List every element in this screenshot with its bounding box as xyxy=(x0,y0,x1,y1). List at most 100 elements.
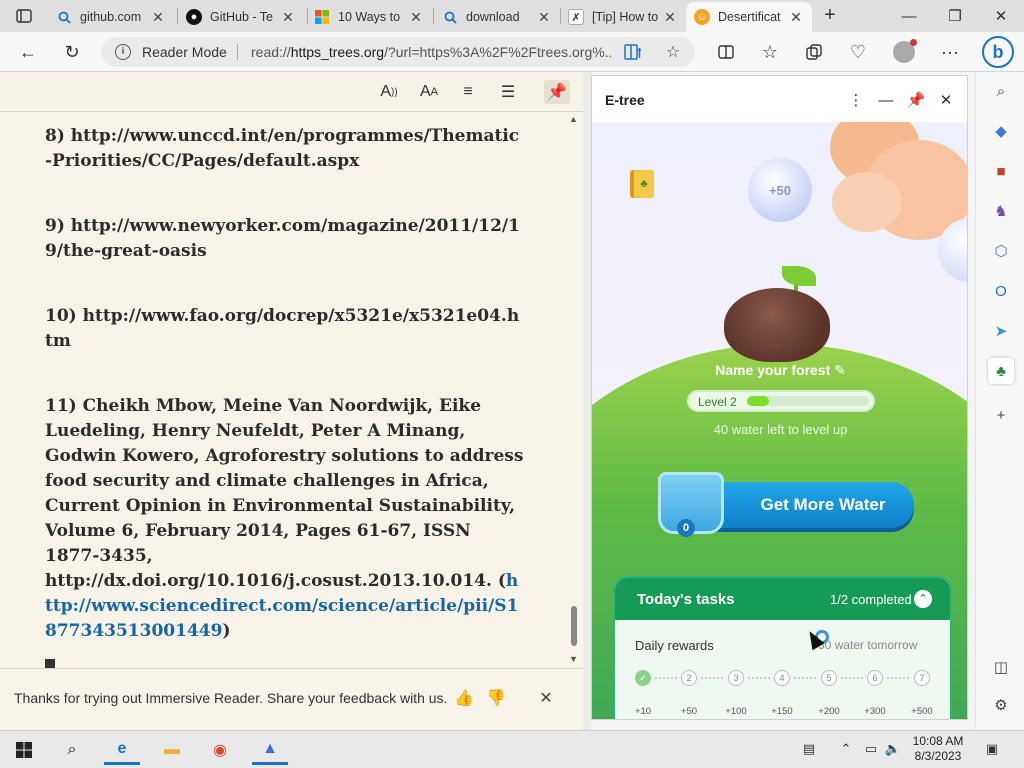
daily-rewards-label: Daily rewards xyxy=(635,638,714,653)
day-step: 2 xyxy=(681,670,697,686)
close-tab-icon[interactable]: ✕ xyxy=(662,9,678,26)
scroll-up-icon[interactable]: ▲ xyxy=(569,114,578,124)
chevron-up-icon[interactable]: ⌃ xyxy=(914,590,932,608)
tab-tip[interactable]: ✗ [Tip] How to ✕ xyxy=(560,2,686,32)
network-icon[interactable]: ▭ xyxy=(862,740,880,758)
browser-essentials-button[interactable]: ♡ xyxy=(844,38,872,66)
tab-title: GitHub - Te xyxy=(210,10,273,24)
tab-actions-button[interactable] xyxy=(8,5,40,27)
taskbar-search-icon[interactable]: ⌕ xyxy=(54,735,90,765)
pin-panel-icon[interactable]: 📌 xyxy=(904,88,928,112)
reader-scrollbar[interactable]: ▲ ▼ xyxy=(567,112,581,672)
send-icon[interactable]: ➤ xyxy=(988,318,1014,344)
scroll-down-icon[interactable]: ▼ xyxy=(569,654,578,664)
search-icon[interactable]: ⌕ xyxy=(988,78,1014,104)
search-icon xyxy=(442,9,458,25)
tab-github[interactable]: ● GitHub - Te ✕ xyxy=(178,2,304,32)
sidebar-settings-icon[interactable]: ⚙ xyxy=(988,692,1014,718)
grammar-tools-icon[interactable]: ≡ xyxy=(455,80,481,104)
read-aloud-icon[interactable]: A)) xyxy=(376,80,402,104)
immersive-reader-icon[interactable] xyxy=(622,41,644,63)
outlook-icon[interactable]: O xyxy=(988,278,1014,304)
tasks-completed: 1/2 completed xyxy=(830,592,912,607)
reading-preferences-icon[interactable]: ☰ xyxy=(495,80,521,104)
thumbs-up-icon[interactable]: 👍 xyxy=(453,687,475,709)
dotted-connector xyxy=(748,677,770,679)
seed[interactable] xyxy=(724,288,830,362)
minimize-panel-icon[interactable]: — xyxy=(874,88,898,112)
clock[interactable]: 10:08 AM 8/3/2023 xyxy=(906,734,970,764)
sprout-leaf xyxy=(782,266,816,286)
water-bubble[interactable]: +50 xyxy=(748,158,812,222)
edge-sidebar: ⌕ ◆ ■ ♞ ⬡ O ➤ ♣ + ◫ ⚙ xyxy=(975,72,1024,730)
tasks-title: Today's tasks xyxy=(637,591,735,608)
notifications-icon[interactable]: ▣ xyxy=(983,740,1001,758)
start-button[interactable] xyxy=(6,735,42,765)
close-panel-icon[interactable]: ✕ xyxy=(934,88,958,112)
avatar xyxy=(893,39,917,63)
microsoft-365-icon[interactable]: ⬡ xyxy=(988,238,1014,264)
feedback-bar: Thanks for trying out Immersive Reader. … xyxy=(0,668,583,730)
back-button[interactable]: ← xyxy=(14,38,42,66)
split-screen-icon xyxy=(718,45,734,59)
hide-sidebar-icon[interactable]: ◫ xyxy=(988,654,1014,680)
reward-value: +10 xyxy=(634,706,652,717)
add-app-icon[interactable]: + xyxy=(988,402,1014,428)
pin-toolbar-icon[interactable]: 📌 xyxy=(544,80,570,104)
journal-icon[interactable]: ♣ xyxy=(630,170,654,198)
new-tab-button[interactable]: + xyxy=(818,4,842,28)
scrollbar-thumb[interactable] xyxy=(571,606,577,646)
profile-button[interactable] xyxy=(890,38,918,66)
tab-github-search[interactable]: github.com ✕ xyxy=(48,2,174,32)
tab-10-ways[interactable]: 10 Ways to ✕ xyxy=(306,2,432,32)
close-tab-icon[interactable]: ✕ xyxy=(788,9,804,26)
file-explorer-icon[interactable]: ▬ xyxy=(154,735,190,765)
volume-icon[interactable]: 🔈 xyxy=(884,740,902,758)
tree-scene: ♣ +50 Name your forest ✎ Level 2 40 wate… xyxy=(592,122,967,719)
reference-number: 9) xyxy=(45,216,65,236)
chrome-icon[interactable]: ◉ xyxy=(202,735,238,765)
minimize-button[interactable]: — xyxy=(886,0,932,32)
close-tab-icon[interactable]: ✕ xyxy=(536,9,552,26)
shopping-tag-icon[interactable]: ◆ xyxy=(988,118,1014,144)
restore-button[interactable]: ❐ xyxy=(932,0,978,32)
reader-mode-label: Reader Mode xyxy=(142,44,227,60)
refresh-button[interactable]: ↻ xyxy=(58,38,86,66)
tasks-header[interactable]: Today's tasks 1/2 completed ⌃ xyxy=(615,578,950,620)
settings-more-button[interactable]: ··· xyxy=(936,38,964,66)
url-text[interactable]: read://https_trees.org/?url=https%3A%2F%… xyxy=(251,44,611,60)
split-screen-button[interactable] xyxy=(712,38,740,66)
collections-button[interactable] xyxy=(800,38,828,66)
edge-icon[interactable]: e xyxy=(104,735,140,765)
dotted-connector xyxy=(655,677,677,679)
games-icon[interactable]: ♞ xyxy=(988,198,1014,224)
close-tab-icon[interactable]: ✕ xyxy=(408,9,424,26)
reference-url: http://www.newyorker.com/magazine/2011/1… xyxy=(45,216,520,261)
close-window-button[interactable]: ✕ xyxy=(978,0,1024,32)
etree-sidebar-icon[interactable]: ♣ xyxy=(988,358,1014,384)
close-feedback-icon[interactable]: ✕ xyxy=(535,687,557,709)
news-icon[interactable]: ▤ xyxy=(800,740,818,758)
favorite-star-icon[interactable]: ☆ xyxy=(662,41,684,63)
show-hidden-icons[interactable]: ⌃ xyxy=(837,740,855,758)
tab-title: 10 Ways to xyxy=(338,10,401,24)
water-bucket-icon[interactable]: 0 xyxy=(658,472,724,537)
pinned-app-icon[interactable]: ▲ xyxy=(252,735,288,765)
more-options-icon[interactable]: ⋮ xyxy=(844,88,868,112)
reference-number: 10) xyxy=(45,306,77,326)
get-more-water-button[interactable]: Get More Water xyxy=(696,482,914,528)
reward-value: +50 xyxy=(680,706,698,717)
close-tab-icon[interactable]: ✕ xyxy=(150,9,166,26)
bing-chat-button[interactable]: b xyxy=(982,36,1014,68)
forest-name-button[interactable]: Name your forest ✎ xyxy=(592,362,967,379)
info-icon[interactable]: i xyxy=(115,44,131,60)
favorites-button[interactable]: ☆ xyxy=(756,38,784,66)
pane-divider[interactable] xyxy=(583,72,591,730)
tab-download[interactable]: download ✕ xyxy=(434,2,560,32)
address-bar[interactable]: i Reader Mode read://https_trees.org/?ur… xyxy=(101,37,695,67)
close-tab-icon[interactable]: ✕ xyxy=(280,9,296,26)
thumbs-down-icon[interactable]: 👎 xyxy=(485,687,507,709)
text-preferences-icon[interactable]: AA xyxy=(416,80,442,104)
tab-desertification[interactable]: ☺ Desertificat ✕ xyxy=(686,2,812,32)
tools-briefcase-icon[interactable]: ■ xyxy=(988,158,1014,184)
